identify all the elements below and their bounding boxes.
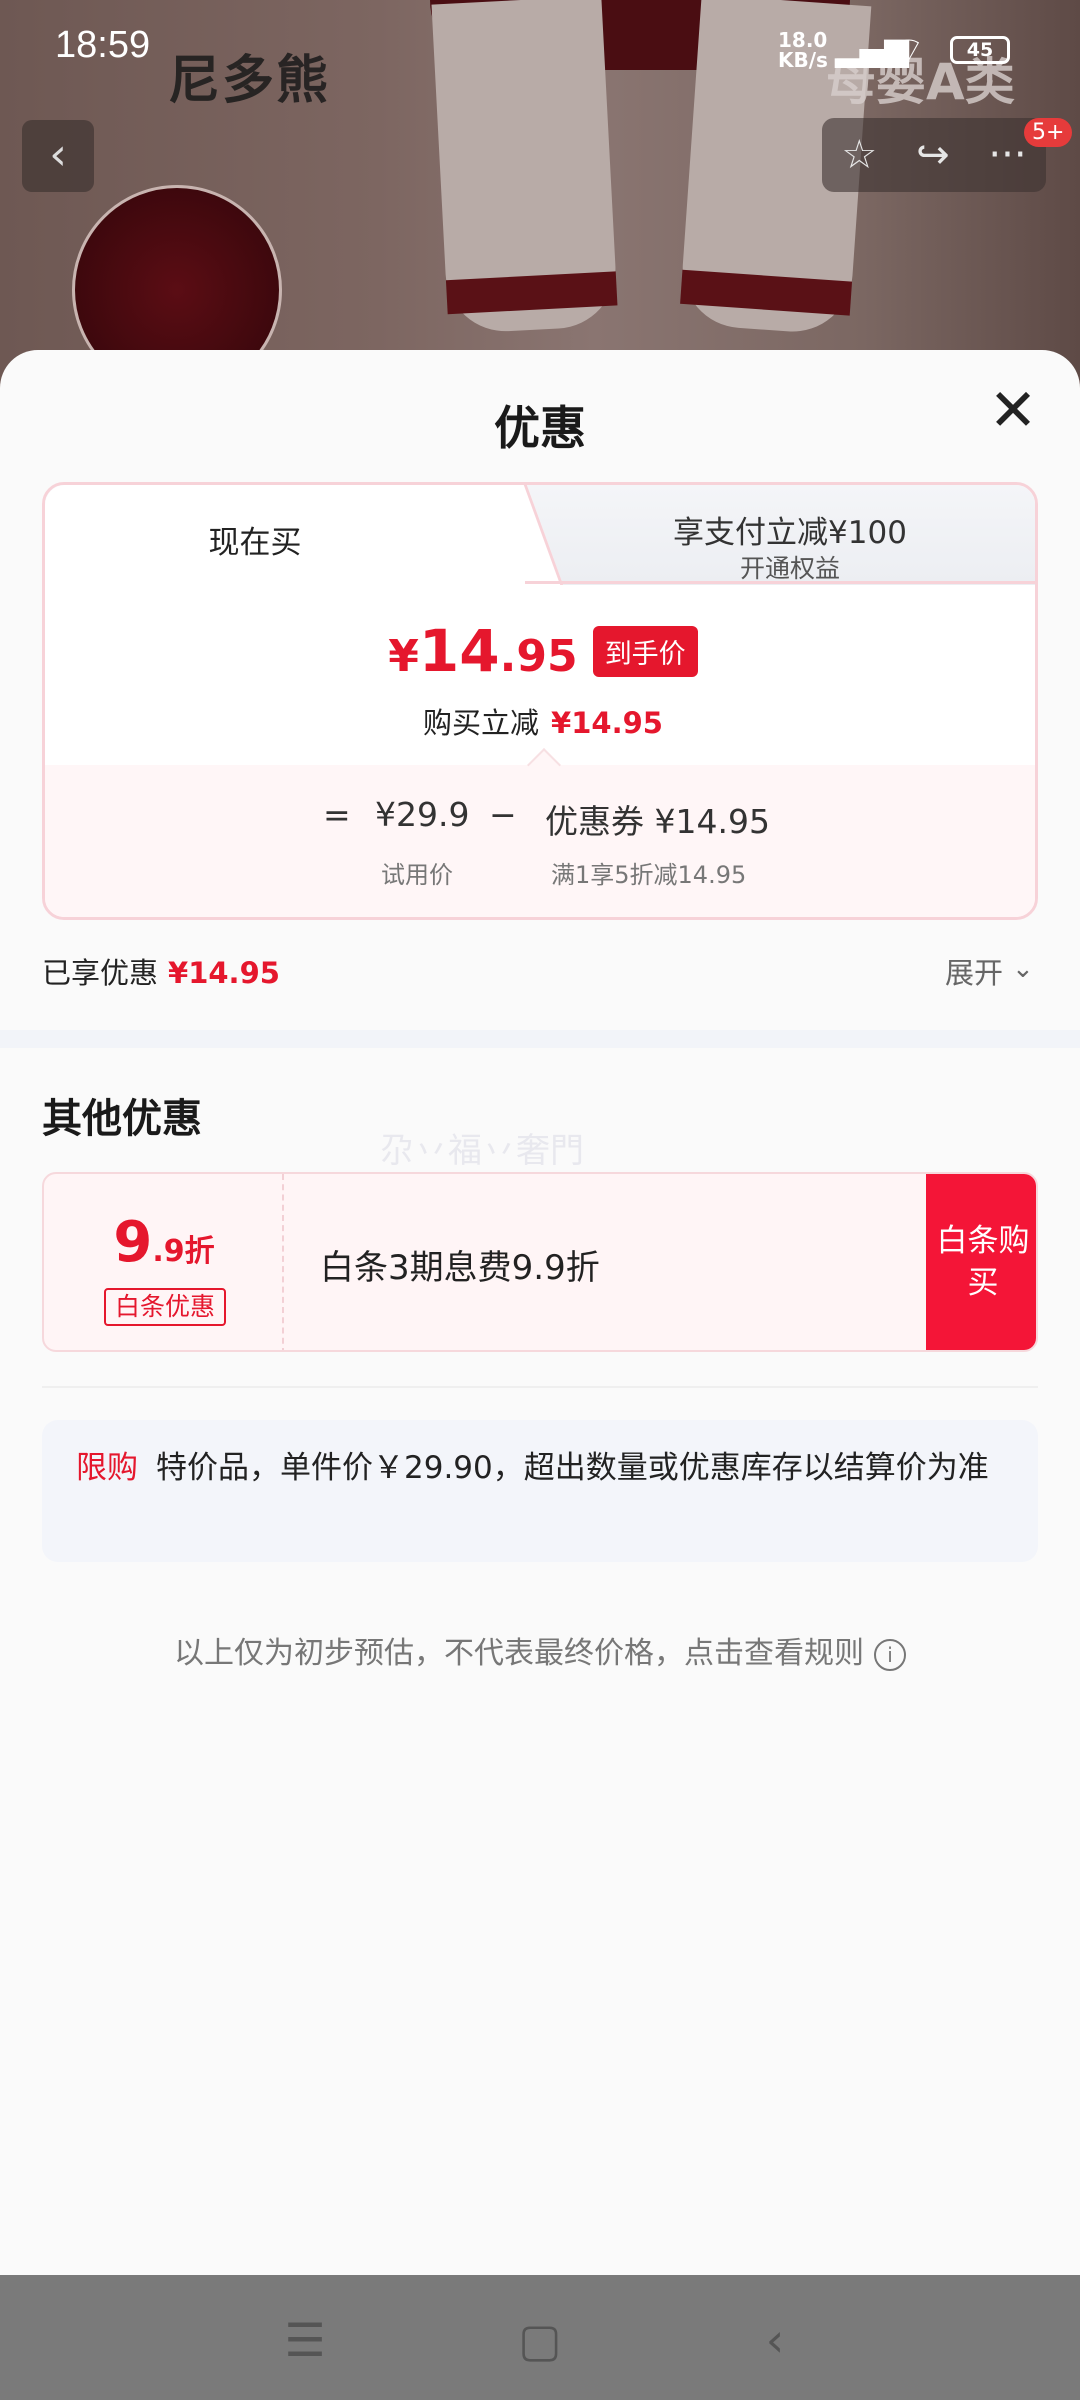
final-price-tag: 到手价 (592, 625, 698, 677)
limit-text: 特价品，单件价￥29.90，超出数量或优惠库存以结算价为准 (156, 1450, 989, 1486)
tab-pay-subtitle[interactable]: 开通权益 (545, 549, 1035, 585)
other-discounts-title: 其他优惠 (42, 1096, 202, 1142)
system-nav-bar: ☰ ▢ ‹ (0, 2275, 1080, 2400)
more-icon[interactable]: ··· (988, 132, 1026, 178)
purchase-reduction: 购买立减 ¥14.95 (423, 706, 663, 740)
message-badge: 5+ (1024, 118, 1073, 147)
brand-logo-text: 尼多熊 (168, 51, 331, 111)
wifi-icon: ⌔ (893, 30, 925, 70)
battery-icon: 45 (950, 36, 1010, 64)
price-formula-line: = ¥29.9 − 优惠券 ¥14.95 (323, 795, 770, 841)
enjoyed-discount: 已享优惠 ¥14.95 (42, 956, 280, 990)
final-price-row: ¥14.95 到手价 (45, 617, 1035, 685)
favorite-icon[interactable]: ☆ (841, 132, 877, 178)
coupon-amount: 优惠券 ¥14.95 (545, 802, 770, 841)
top-actions: ☆ ↪ ··· (822, 118, 1046, 192)
trial-price: ¥29.9 (375, 795, 470, 834)
network-speed: 18.0 KB/s (778, 28, 828, 72)
limit-tag: 限购 (76, 1450, 138, 1486)
coupon-rule-label: 满1享5折减14.95 (551, 861, 747, 889)
final-price: ¥14.95 (388, 617, 578, 685)
price-tabs: 现在买 享支付立减¥100 开通权益 (45, 485, 1035, 585)
baitiao-tag: 白条优惠 (104, 1288, 226, 1326)
tab-buy-now[interactable]: 现在买 (45, 517, 465, 562)
back-button[interactable]: ‹ (22, 120, 94, 192)
info-icon[interactable]: i (874, 1638, 906, 1671)
trial-price-label: 试用价 (381, 861, 453, 889)
coupon-description: 白条3期息费9.9折 (320, 1248, 600, 1288)
tab-pay-discount[interactable]: 享支付立减¥100 (545, 507, 1035, 552)
rules-footnote[interactable]: 以上仅为初步预估，不代表最终价格，点击查看规则 i (0, 1628, 1080, 1672)
watermark-text: 尕丷福丷奢門 (380, 1131, 584, 1171)
close-icon[interactable]: ✕ (988, 381, 1038, 439)
home-icon[interactable]: ▢ (505, 2305, 575, 2375)
back-icon[interactable]: ‹ (740, 2305, 810, 2375)
expand-button[interactable]: 展开 (945, 950, 1003, 992)
purchase-limit-notice: 限购 特价品，单件价￥29.90，超出数量或优惠库存以结算价为准 (42, 1420, 1038, 1562)
baitiao-coupon-card: 9.9折 白条优惠 白条3期息费9.9折 白条购买 (42, 1172, 1038, 1352)
coupon-discount-area: 9.9折 白条优惠 (44, 1174, 284, 1350)
price-card: 现在买 享支付立减¥100 开通权益 ¥14.95 到手价 购买立减 ¥14.95… (42, 482, 1038, 920)
sheet-title: 优惠 (494, 401, 586, 455)
status-time: 18:59 (55, 24, 151, 66)
discount-value: 9.9折 (113, 1210, 215, 1275)
status-bar: 18:59 尼多熊 母婴A类 18.0 KB/s ▂▄▆ ⌔ 45 (0, 0, 1080, 111)
menu-icon[interactable]: ☰ (270, 2305, 340, 2375)
chevron-down-icon[interactable]: ⌄ (1012, 954, 1034, 984)
baitiao-buy-button[interactable]: 白条购买 (926, 1174, 1036, 1350)
share-icon[interactable]: ↪ (916, 132, 950, 178)
discount-sheet: 优惠 ✕ 现在买 享支付立减¥100 开通权益 ¥14.95 到手价 购买立减 ¥… (0, 350, 1080, 2275)
price-formula (45, 765, 1035, 917)
